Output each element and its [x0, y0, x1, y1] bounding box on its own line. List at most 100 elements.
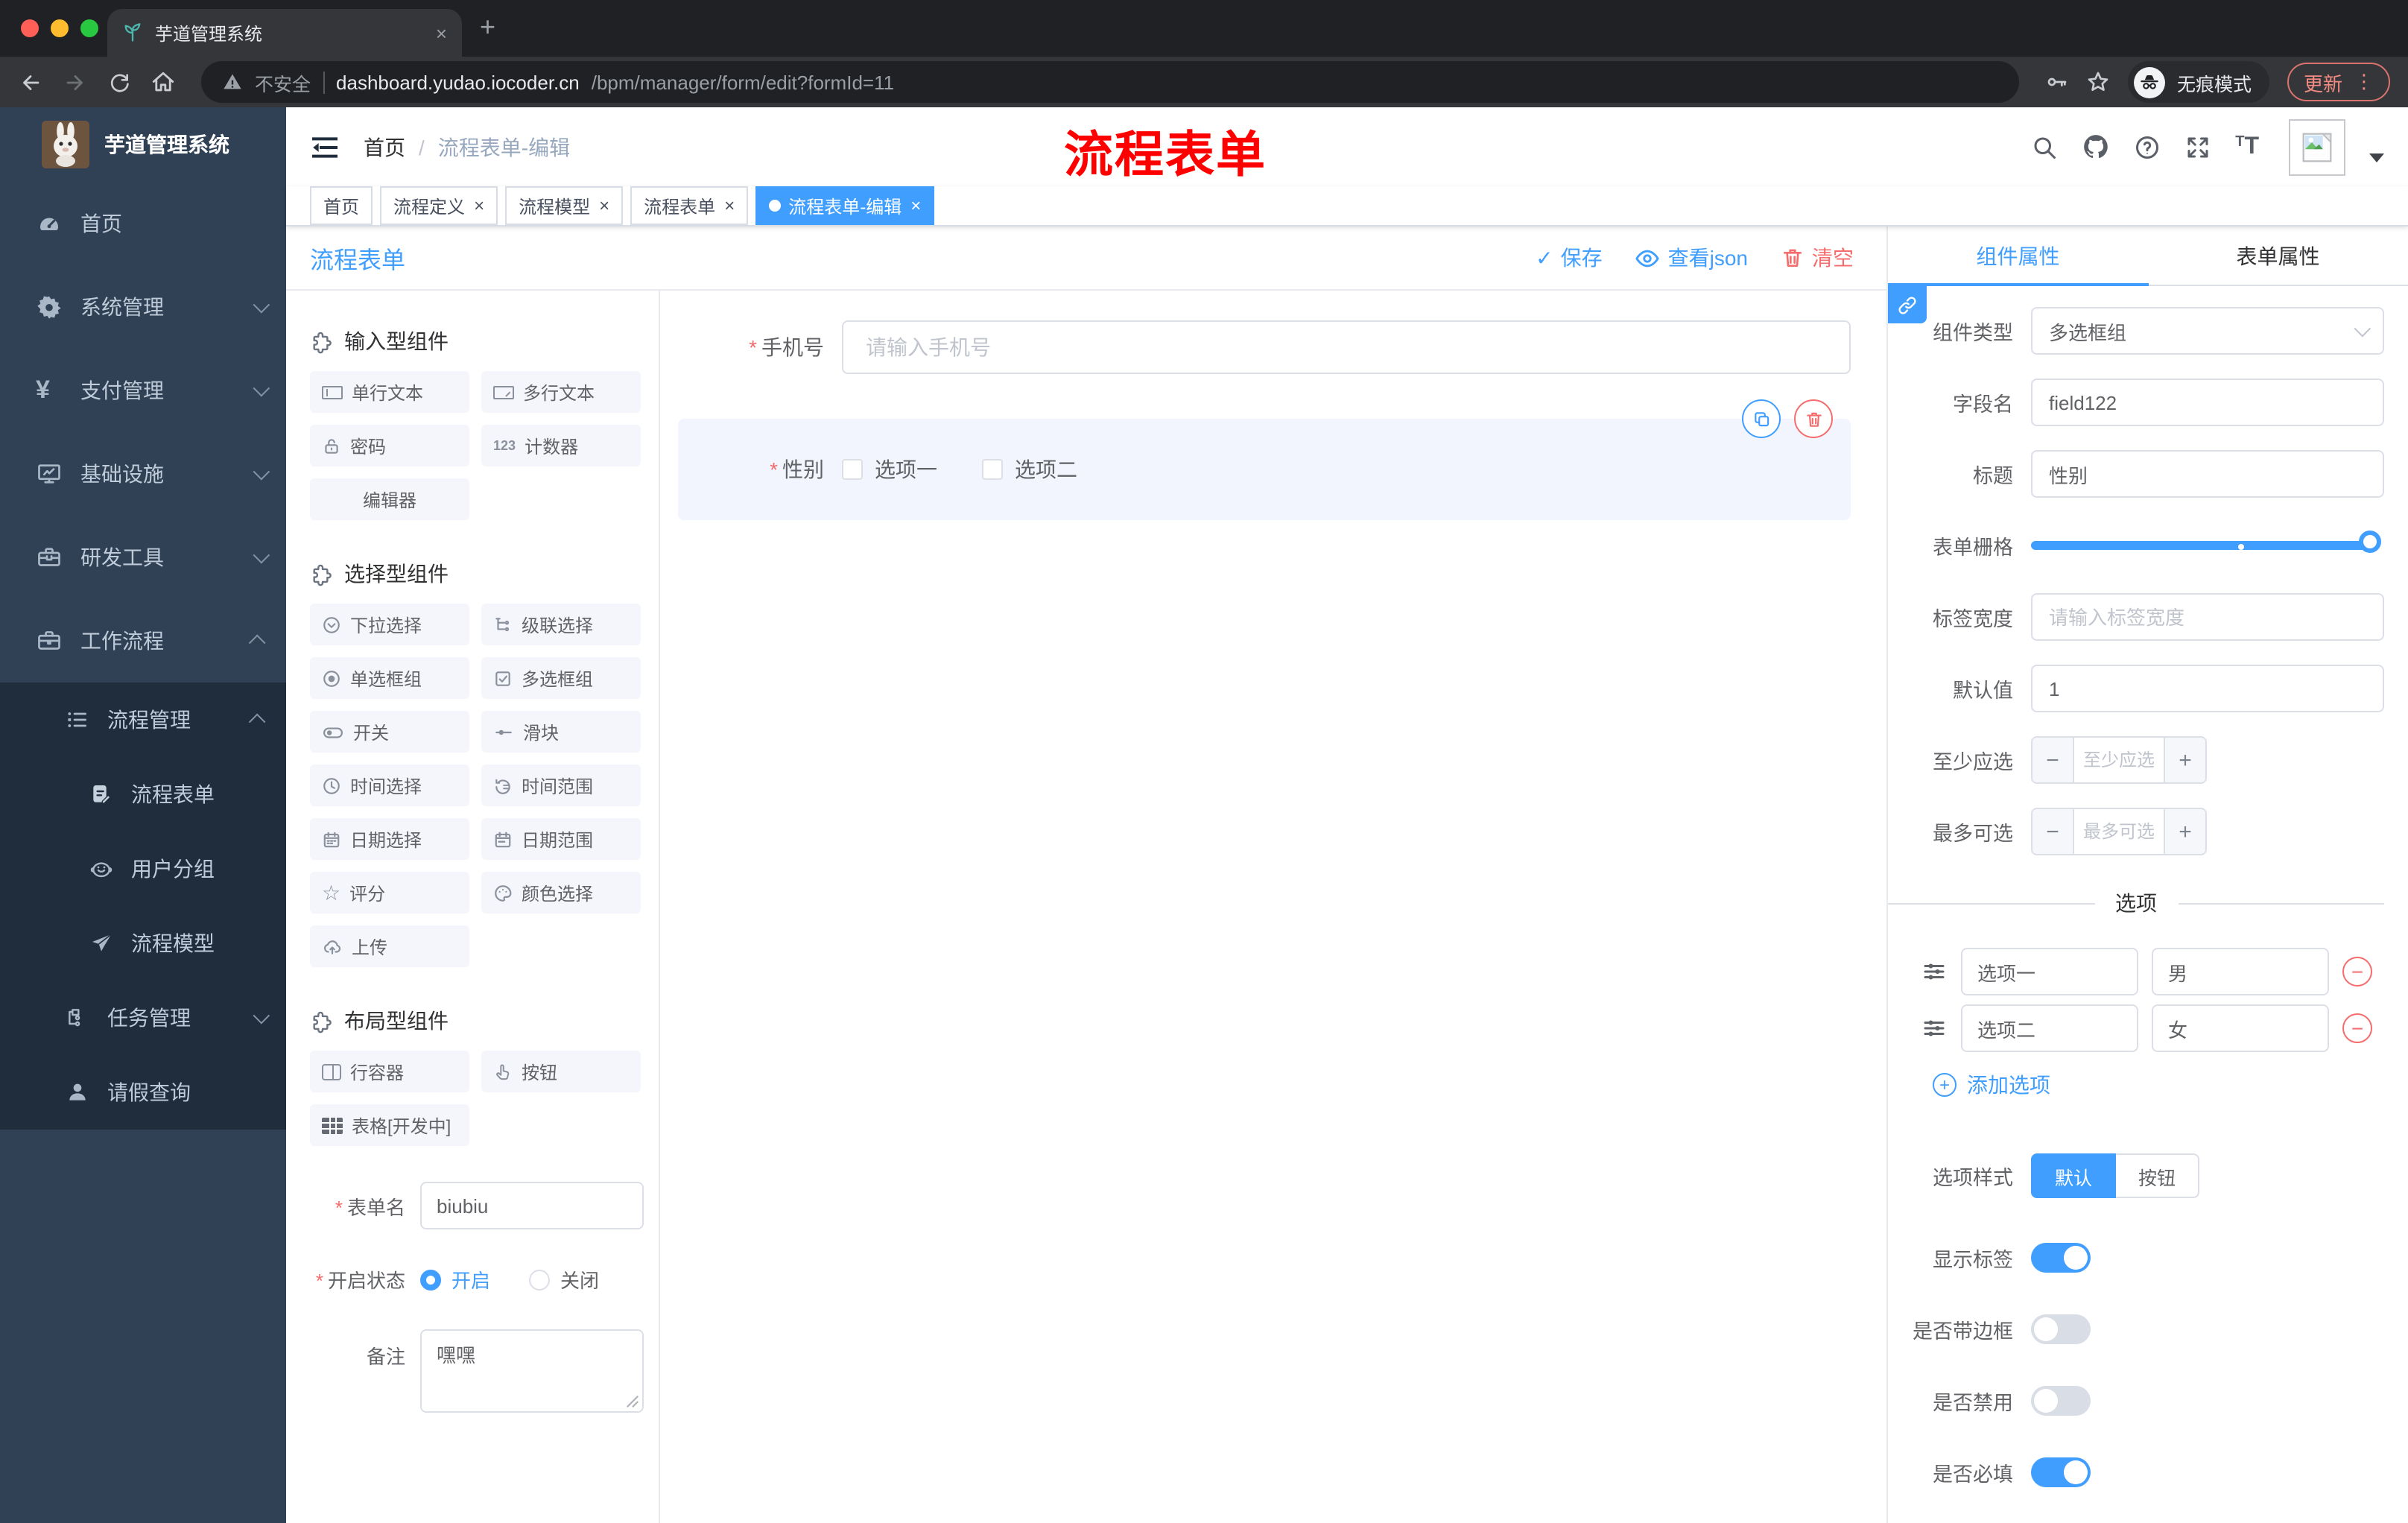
sidebar-item-leave-query[interactable]: 请假查询 [0, 1055, 286, 1130]
font-size-icon[interactable]: TT [2235, 133, 2259, 160]
status-off-radio[interactable]: 关闭 [529, 1265, 599, 1294]
component-counter[interactable]: 123 计数器 [481, 425, 641, 466]
component-editor[interactable]: 编辑器 [310, 478, 469, 520]
password-key-icon[interactable] [2044, 70, 2068, 94]
update-chip[interactable]: 更新 ⋮ [2287, 63, 2390, 101]
slider-handle[interactable] [2359, 531, 2381, 553]
sidebar-item-process-model[interactable]: 流程模型 [0, 906, 286, 981]
view-json-button[interactable]: 查看json [1635, 243, 1748, 273]
slider-track[interactable] [2031, 541, 2375, 550]
tag-process-model[interactable]: 流程模型 × [505, 186, 624, 225]
bookmark-star-icon[interactable] [2086, 70, 2110, 94]
component-type-select[interactable]: 多选框组 [2031, 307, 2384, 355]
forward-button[interactable] [63, 69, 88, 95]
component-slider[interactable]: 滑块 [481, 711, 641, 753]
back-button[interactable] [18, 69, 43, 95]
component-date-range[interactable]: 日期范围 [481, 818, 641, 860]
phone-input[interactable] [842, 320, 1851, 374]
title-input[interactable] [2031, 450, 2384, 498]
sidebar-item-process-form[interactable]: 流程表单 [0, 757, 286, 832]
option-label-input[interactable] [1961, 948, 2138, 995]
form-remark-textarea[interactable]: 嘿嘿 [420, 1329, 644, 1413]
component-single-text[interactable]: 单行文本 [310, 371, 469, 413]
tag-home[interactable]: 首页 [310, 186, 373, 225]
required-toggle[interactable] [2031, 1457, 2091, 1487]
url-bar[interactable]: 不安全 dashboard.yudao.iocoder.cn /bpm/mana… [201, 61, 2019, 103]
tab-component-props[interactable]: 组件属性 [1888, 227, 2148, 286]
close-window-button[interactable] [21, 19, 39, 37]
component-upload[interactable]: 上传 [310, 925, 469, 967]
style-default-button[interactable]: 默认 [2031, 1153, 2117, 1198]
tag-process-definition[interactable]: 流程定义 × [380, 186, 498, 225]
component-button[interactable]: 按钮 [481, 1051, 641, 1092]
option-value-input[interactable] [2152, 948, 2329, 995]
option-value-input[interactable] [2152, 1004, 2329, 1052]
sidebar-fold-icon[interactable] [310, 132, 340, 162]
component-multi-text[interactable]: 多行文本 [481, 371, 641, 413]
close-icon[interactable]: × [599, 195, 609, 216]
component-color-picker[interactable]: 颜色选择 [481, 872, 641, 914]
close-icon[interactable]: × [474, 195, 484, 216]
component-select[interactable]: 下拉选择 [310, 604, 469, 645]
save-button[interactable]: ✓ 保存 [1536, 243, 1602, 273]
component-row-container[interactable]: 行容器 [310, 1051, 469, 1092]
disabled-toggle[interactable] [2031, 1386, 2091, 1416]
tag-process-form-edit[interactable]: 流程表单-编辑 × [755, 186, 935, 225]
style-button-button[interactable]: 按钮 [2116, 1153, 2200, 1198]
component-rate[interactable]: ☆ 评分 [310, 872, 469, 914]
increase-button[interactable]: + [2164, 738, 2205, 782]
form-grid-slider[interactable] [2031, 522, 2381, 569]
show-label-toggle[interactable] [2031, 1243, 2091, 1273]
link-icon[interactable] [1888, 286, 1927, 323]
decrease-button[interactable]: − [2032, 738, 2074, 782]
remove-option-button[interactable]: − [2342, 1013, 2372, 1043]
drag-handle-icon[interactable] [1921, 958, 1948, 985]
default-value-input[interactable] [2031, 665, 2384, 712]
add-option-button[interactable]: + 添加选项 [1888, 1070, 2384, 1100]
breadcrumb-home[interactable]: 首页 [364, 132, 405, 162]
gender-option2-checkbox[interactable]: 选项二 [982, 455, 1077, 484]
component-password[interactable]: 密码 [310, 425, 469, 466]
max-select-input[interactable] [2074, 809, 2164, 854]
avatar[interactable] [2289, 118, 2345, 175]
search-icon[interactable] [2031, 133, 2058, 160]
resize-handle-icon[interactable] [626, 1395, 639, 1408]
option-label-input[interactable] [1961, 1004, 2138, 1052]
sidebar-item-task-mgmt[interactable]: 任务管理 [0, 981, 286, 1055]
sidebar-item-process-mgmt[interactable]: 流程管理 [0, 683, 286, 757]
form-name-input[interactable] [420, 1182, 644, 1229]
sidebar-item-infra[interactable]: 基础设施 [0, 432, 286, 516]
component-time-range[interactable]: 时间范围 [481, 764, 641, 806]
drag-handle-icon[interactable] [1921, 1015, 1948, 1042]
label-width-input[interactable] [2031, 593, 2384, 641]
component-table[interactable]: 表格[开发中] [310, 1104, 469, 1146]
component-switch[interactable]: 开关 [310, 711, 469, 753]
component-checkbox-group[interactable]: 多选框组 [481, 657, 641, 699]
border-toggle[interactable] [2031, 1314, 2091, 1344]
close-tab-icon[interactable]: × [436, 22, 447, 44]
tab-form-props[interactable]: 表单属性 [2148, 227, 2408, 285]
min-select-input[interactable] [2074, 738, 2164, 782]
browser-tab[interactable]: 芋道管理系统 × [107, 9, 462, 57]
close-icon[interactable]: × [724, 195, 735, 216]
sidebar-item-home[interactable]: 首页 [0, 182, 286, 265]
close-icon[interactable]: × [910, 195, 921, 216]
field-name-input[interactable] [2031, 379, 2384, 426]
canvas-phone-field[interactable]: 手机号 [678, 320, 1851, 374]
avatar-caret-down-icon[interactable] [2369, 153, 2384, 162]
status-on-radio[interactable]: 开启 [420, 1265, 490, 1294]
sidebar-item-user-groups[interactable]: 用户分组 [0, 832, 286, 906]
minimize-window-button[interactable] [51, 19, 69, 37]
decrease-button[interactable]: − [2032, 809, 2074, 854]
sidebar-item-workflow[interactable]: 工作流程 [0, 599, 286, 683]
help-icon[interactable] [2134, 133, 2161, 160]
selected-component-gender[interactable]: 性别 选项一 选项二 [678, 399, 1851, 520]
gender-option1-checkbox[interactable]: 选项一 [842, 455, 937, 484]
increase-button[interactable]: + [2164, 809, 2205, 854]
maximize-window-button[interactable] [80, 19, 98, 37]
home-button[interactable] [150, 69, 176, 95]
component-cascader[interactable]: 级联选择 [481, 604, 641, 645]
component-time-picker[interactable]: 时间选择 [310, 764, 469, 806]
remove-option-button[interactable]: − [2342, 957, 2372, 987]
tag-process-form[interactable]: 流程表单 × [630, 186, 749, 225]
